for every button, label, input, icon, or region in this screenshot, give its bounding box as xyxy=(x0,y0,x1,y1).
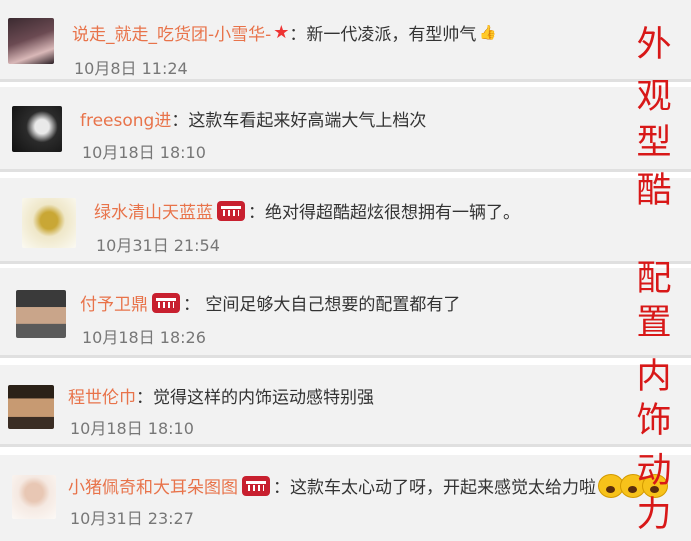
comment-card: 小猪佩奇和大耳朵图图 ：这款车太心动了呀，开起来感觉太给力啦 10月31日 23… xyxy=(0,455,691,541)
thumbs-up-icon: 👍 xyxy=(479,24,497,41)
username-link[interactable]: 说走_就走_吃货团-小雪华- xyxy=(72,20,271,45)
avatar[interactable] xyxy=(22,198,76,248)
username-link[interactable]: 付予卫鼎 xyxy=(80,290,148,315)
comment-text: ： 空间足够大自己想要的配置都有了 xyxy=(183,295,461,315)
comment-card: 付予卫鼎 ： 空间足够大自己想要的配置都有了 10月18日 18:26 xyxy=(0,268,691,358)
comment-text: ：这款车太心动了呀，开起来感觉太给力啦 xyxy=(273,478,596,498)
comment-text: ：绝对得超酷超炫很想拥有一辆了。 xyxy=(248,203,520,223)
username-link[interactable]: 绿水清山天蓝蓝 xyxy=(94,198,213,223)
comment-time: 10月18日 18:10 xyxy=(70,419,194,438)
comment-card: 程世伦巾 ：觉得这样的内饰运动感特别强 10月18日 18:10 xyxy=(0,365,691,447)
username-link[interactable]: freesong进 xyxy=(80,106,171,131)
member-badge-icon xyxy=(152,292,180,313)
avatar[interactable] xyxy=(8,385,54,429)
side-label-char: 观 xyxy=(636,77,672,117)
comment-time: 10月31日 23:27 xyxy=(70,509,194,528)
comment-time: 10月18日 18:10 xyxy=(82,143,206,162)
username-link[interactable]: 程世伦巾 xyxy=(68,383,136,408)
side-label-char: 置 xyxy=(636,303,672,343)
star-icon: ★ xyxy=(273,22,290,43)
side-label-char: 饰 xyxy=(636,401,672,441)
side-label-char: 外 xyxy=(636,25,672,65)
side-label-char: 力 xyxy=(636,495,672,535)
side-label-char: 酷 xyxy=(636,171,672,211)
comment-time: 10月31日 21:54 xyxy=(96,236,220,255)
comment-time: 10月8日 11:24 xyxy=(74,59,188,78)
comment-card: 绿水清山天蓝蓝 ：绝对得超酷超炫很想拥有一辆了。 10月31日 21:54 xyxy=(0,178,691,264)
side-label-char: 配 xyxy=(636,259,672,299)
avatar[interactable] xyxy=(16,290,66,338)
comment-card: 说走_就走_吃货团-小雪华- ★ ：新一代凌派，有型帅气 👍 10月8日 11:… xyxy=(0,0,691,82)
side-label-char: 型 xyxy=(636,123,672,163)
side-label-char: 动 xyxy=(636,451,672,491)
avatar[interactable] xyxy=(8,18,54,64)
avatar[interactable] xyxy=(12,475,56,519)
username-link[interactable]: 小猪佩奇和大耳朵图图 xyxy=(68,473,238,498)
comment-text: ：新一代凌派，有型帅气 xyxy=(289,25,477,45)
member-badge-icon xyxy=(242,475,270,496)
side-label-char: 内 xyxy=(636,357,672,397)
comment-time: 10月18日 18:26 xyxy=(82,328,206,347)
member-badge-icon xyxy=(217,200,245,221)
comment-text: ：这款车看起来好高端大气上档次 xyxy=(171,111,427,131)
comment-card: freesong进 ：这款车看起来好高端大气上档次 10月18日 18:10 xyxy=(0,87,691,172)
avatar[interactable] xyxy=(12,106,62,152)
comment-text: ：觉得这样的内饰运动感特别强 xyxy=(136,388,374,408)
